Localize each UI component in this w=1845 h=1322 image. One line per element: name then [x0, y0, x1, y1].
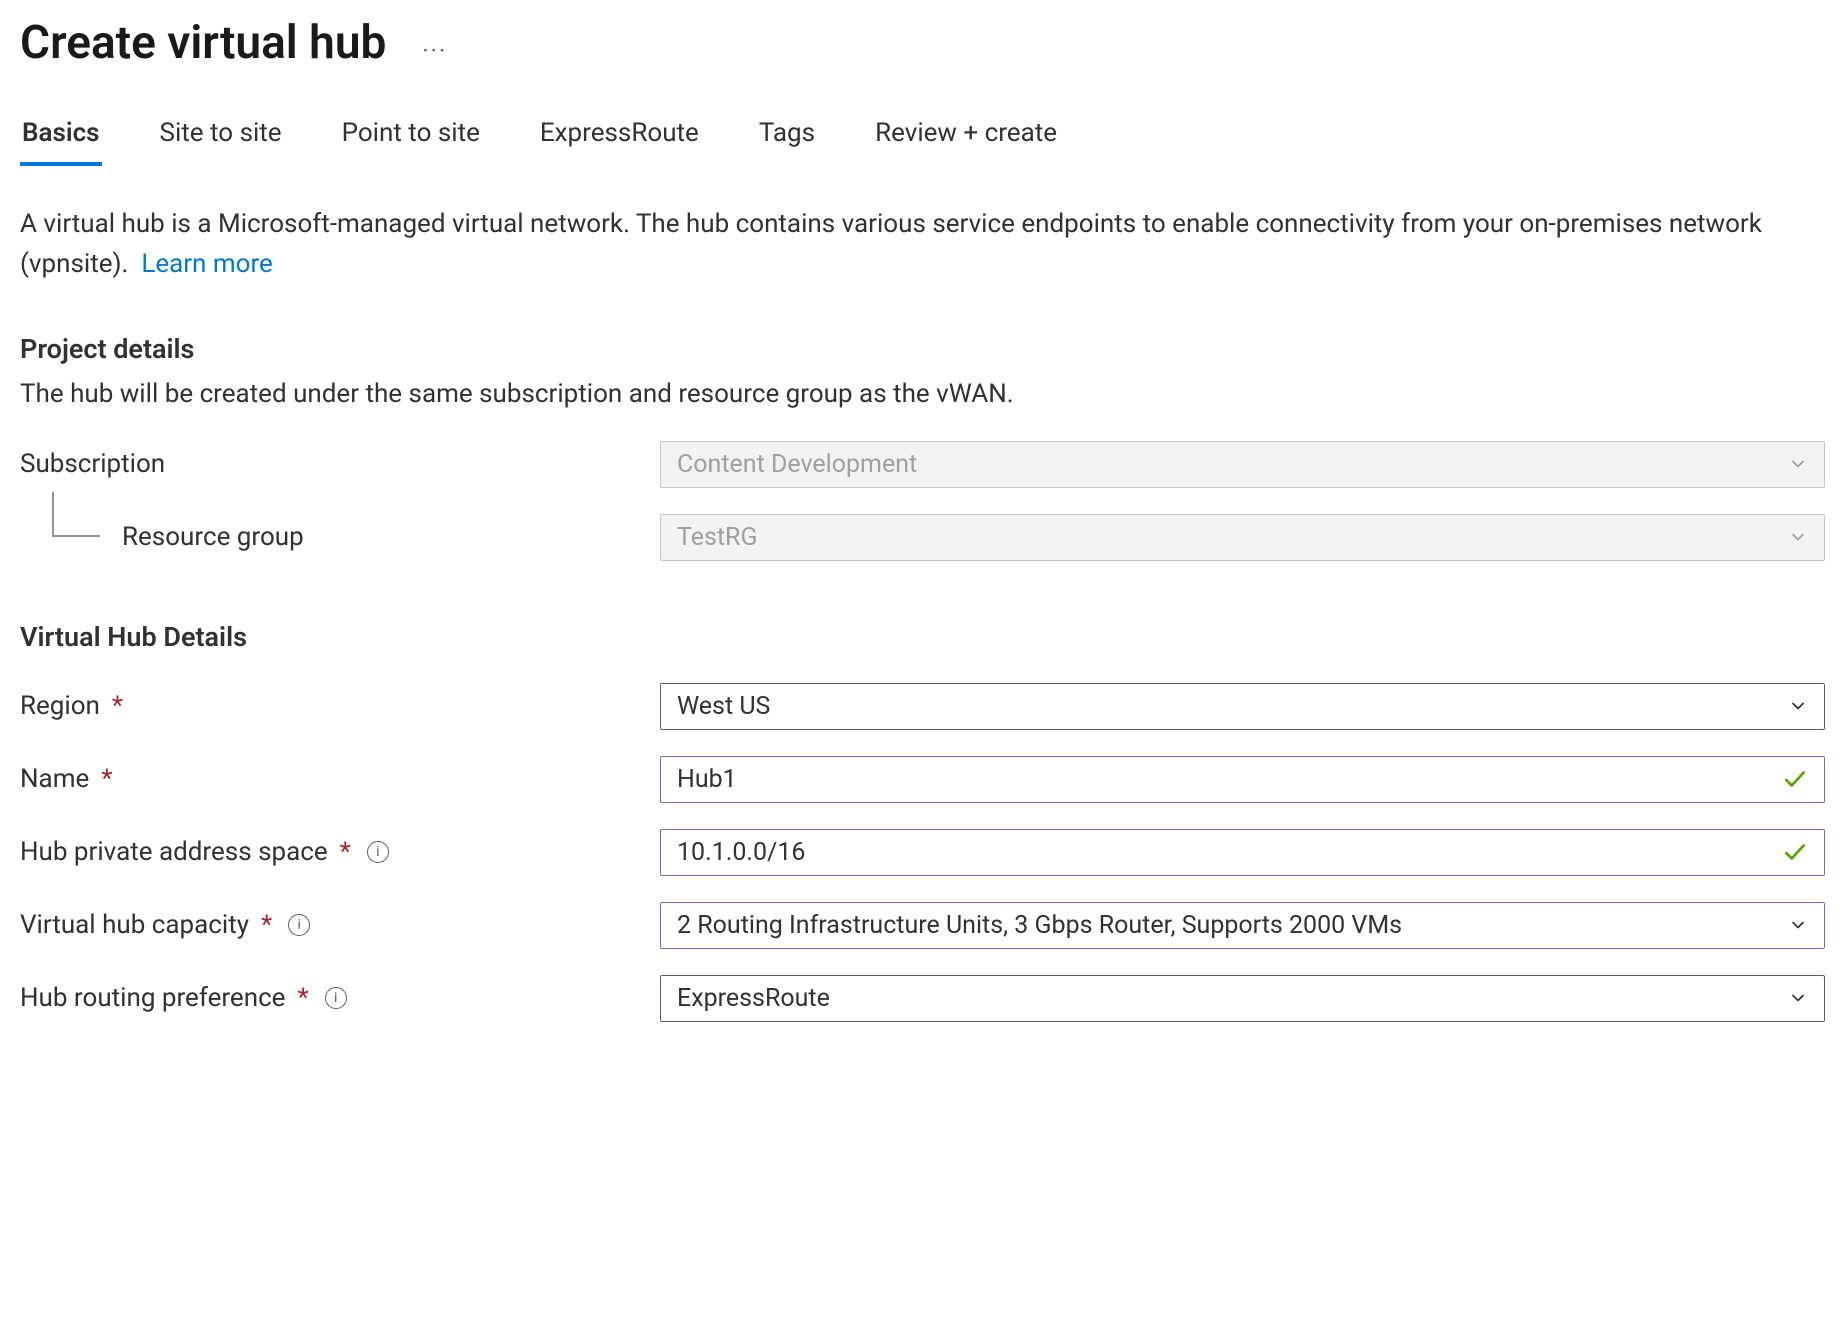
resource-group-value: TestRG — [677, 523, 1770, 552]
routing-preference-label: Hub routing preference — [20, 983, 285, 1013]
address-space-input[interactable]: 10.1.0.0/16 — [660, 829, 1825, 876]
capacity-select[interactable]: 2 Routing Infrastructure Units, 3 Gbps R… — [660, 902, 1825, 949]
info-icon[interactable]: i — [367, 841, 389, 863]
tab-site-to-site[interactable]: Site to site — [158, 118, 284, 166]
check-icon — [1782, 766, 1808, 792]
tab-point-to-site[interactable]: Point to site — [340, 118, 482, 166]
routing-preference-select[interactable]: ExpressRoute — [660, 975, 1825, 1022]
project-details-heading: Project details — [20, 333, 1825, 365]
capacity-label: Virtual hub capacity — [20, 910, 249, 940]
subscription-label: Subscription — [20, 449, 165, 479]
info-icon[interactable]: i — [325, 987, 347, 1009]
resource-group-select: TestRG — [660, 514, 1825, 561]
required-star-icon: * — [340, 837, 351, 867]
info-icon[interactable]: i — [288, 914, 310, 936]
chevron-down-icon — [1788, 696, 1808, 716]
capacity-value: 2 Routing Infrastructure Units, 3 Gbps R… — [677, 911, 1770, 940]
intro-text: A virtual hub is a Microsoft-managed vir… — [20, 204, 1820, 285]
name-label: Name — [20, 764, 89, 794]
required-star-icon: * — [101, 764, 112, 794]
subscription-select: Content Development — [660, 441, 1825, 488]
routing-preference-value: ExpressRoute — [677, 984, 1770, 1013]
required-star-icon: * — [297, 983, 308, 1013]
tab-review-create[interactable]: Review + create — [873, 118, 1059, 166]
tab-bar: Basics Site to site Point to site Expres… — [20, 118, 1825, 166]
check-icon — [1782, 839, 1808, 865]
resource-group-label: Resource group — [122, 522, 304, 552]
address-space-value: 10.1.0.0/16 — [677, 838, 1770, 867]
project-details-description: The hub will be created under the same s… — [20, 379, 1825, 409]
learn-more-link[interactable]: Learn more — [141, 249, 273, 279]
tab-tags[interactable]: Tags — [757, 118, 817, 166]
required-star-icon: * — [112, 691, 123, 721]
tab-basics[interactable]: Basics — [20, 118, 102, 166]
chevron-down-icon — [1788, 915, 1808, 935]
chevron-down-icon — [1788, 988, 1808, 1008]
subscription-value: Content Development — [677, 450, 1770, 479]
virtual-hub-details-heading: Virtual Hub Details — [20, 621, 1825, 653]
chevron-down-icon — [1788, 527, 1808, 547]
chevron-down-icon — [1788, 454, 1808, 474]
required-star-icon: * — [261, 910, 272, 940]
name-input[interactable]: Hub1 — [660, 756, 1825, 803]
tab-expressroute[interactable]: ExpressRoute — [538, 118, 701, 166]
region-label: Region — [20, 691, 100, 721]
page-title: Create virtual hub — [20, 16, 386, 70]
region-select[interactable]: West US — [660, 683, 1825, 730]
region-value: West US — [677, 692, 1770, 721]
more-menu-icon[interactable]: ··· — [422, 37, 447, 65]
name-value: Hub1 — [677, 765, 1770, 794]
address-space-label: Hub private address space — [20, 837, 328, 867]
